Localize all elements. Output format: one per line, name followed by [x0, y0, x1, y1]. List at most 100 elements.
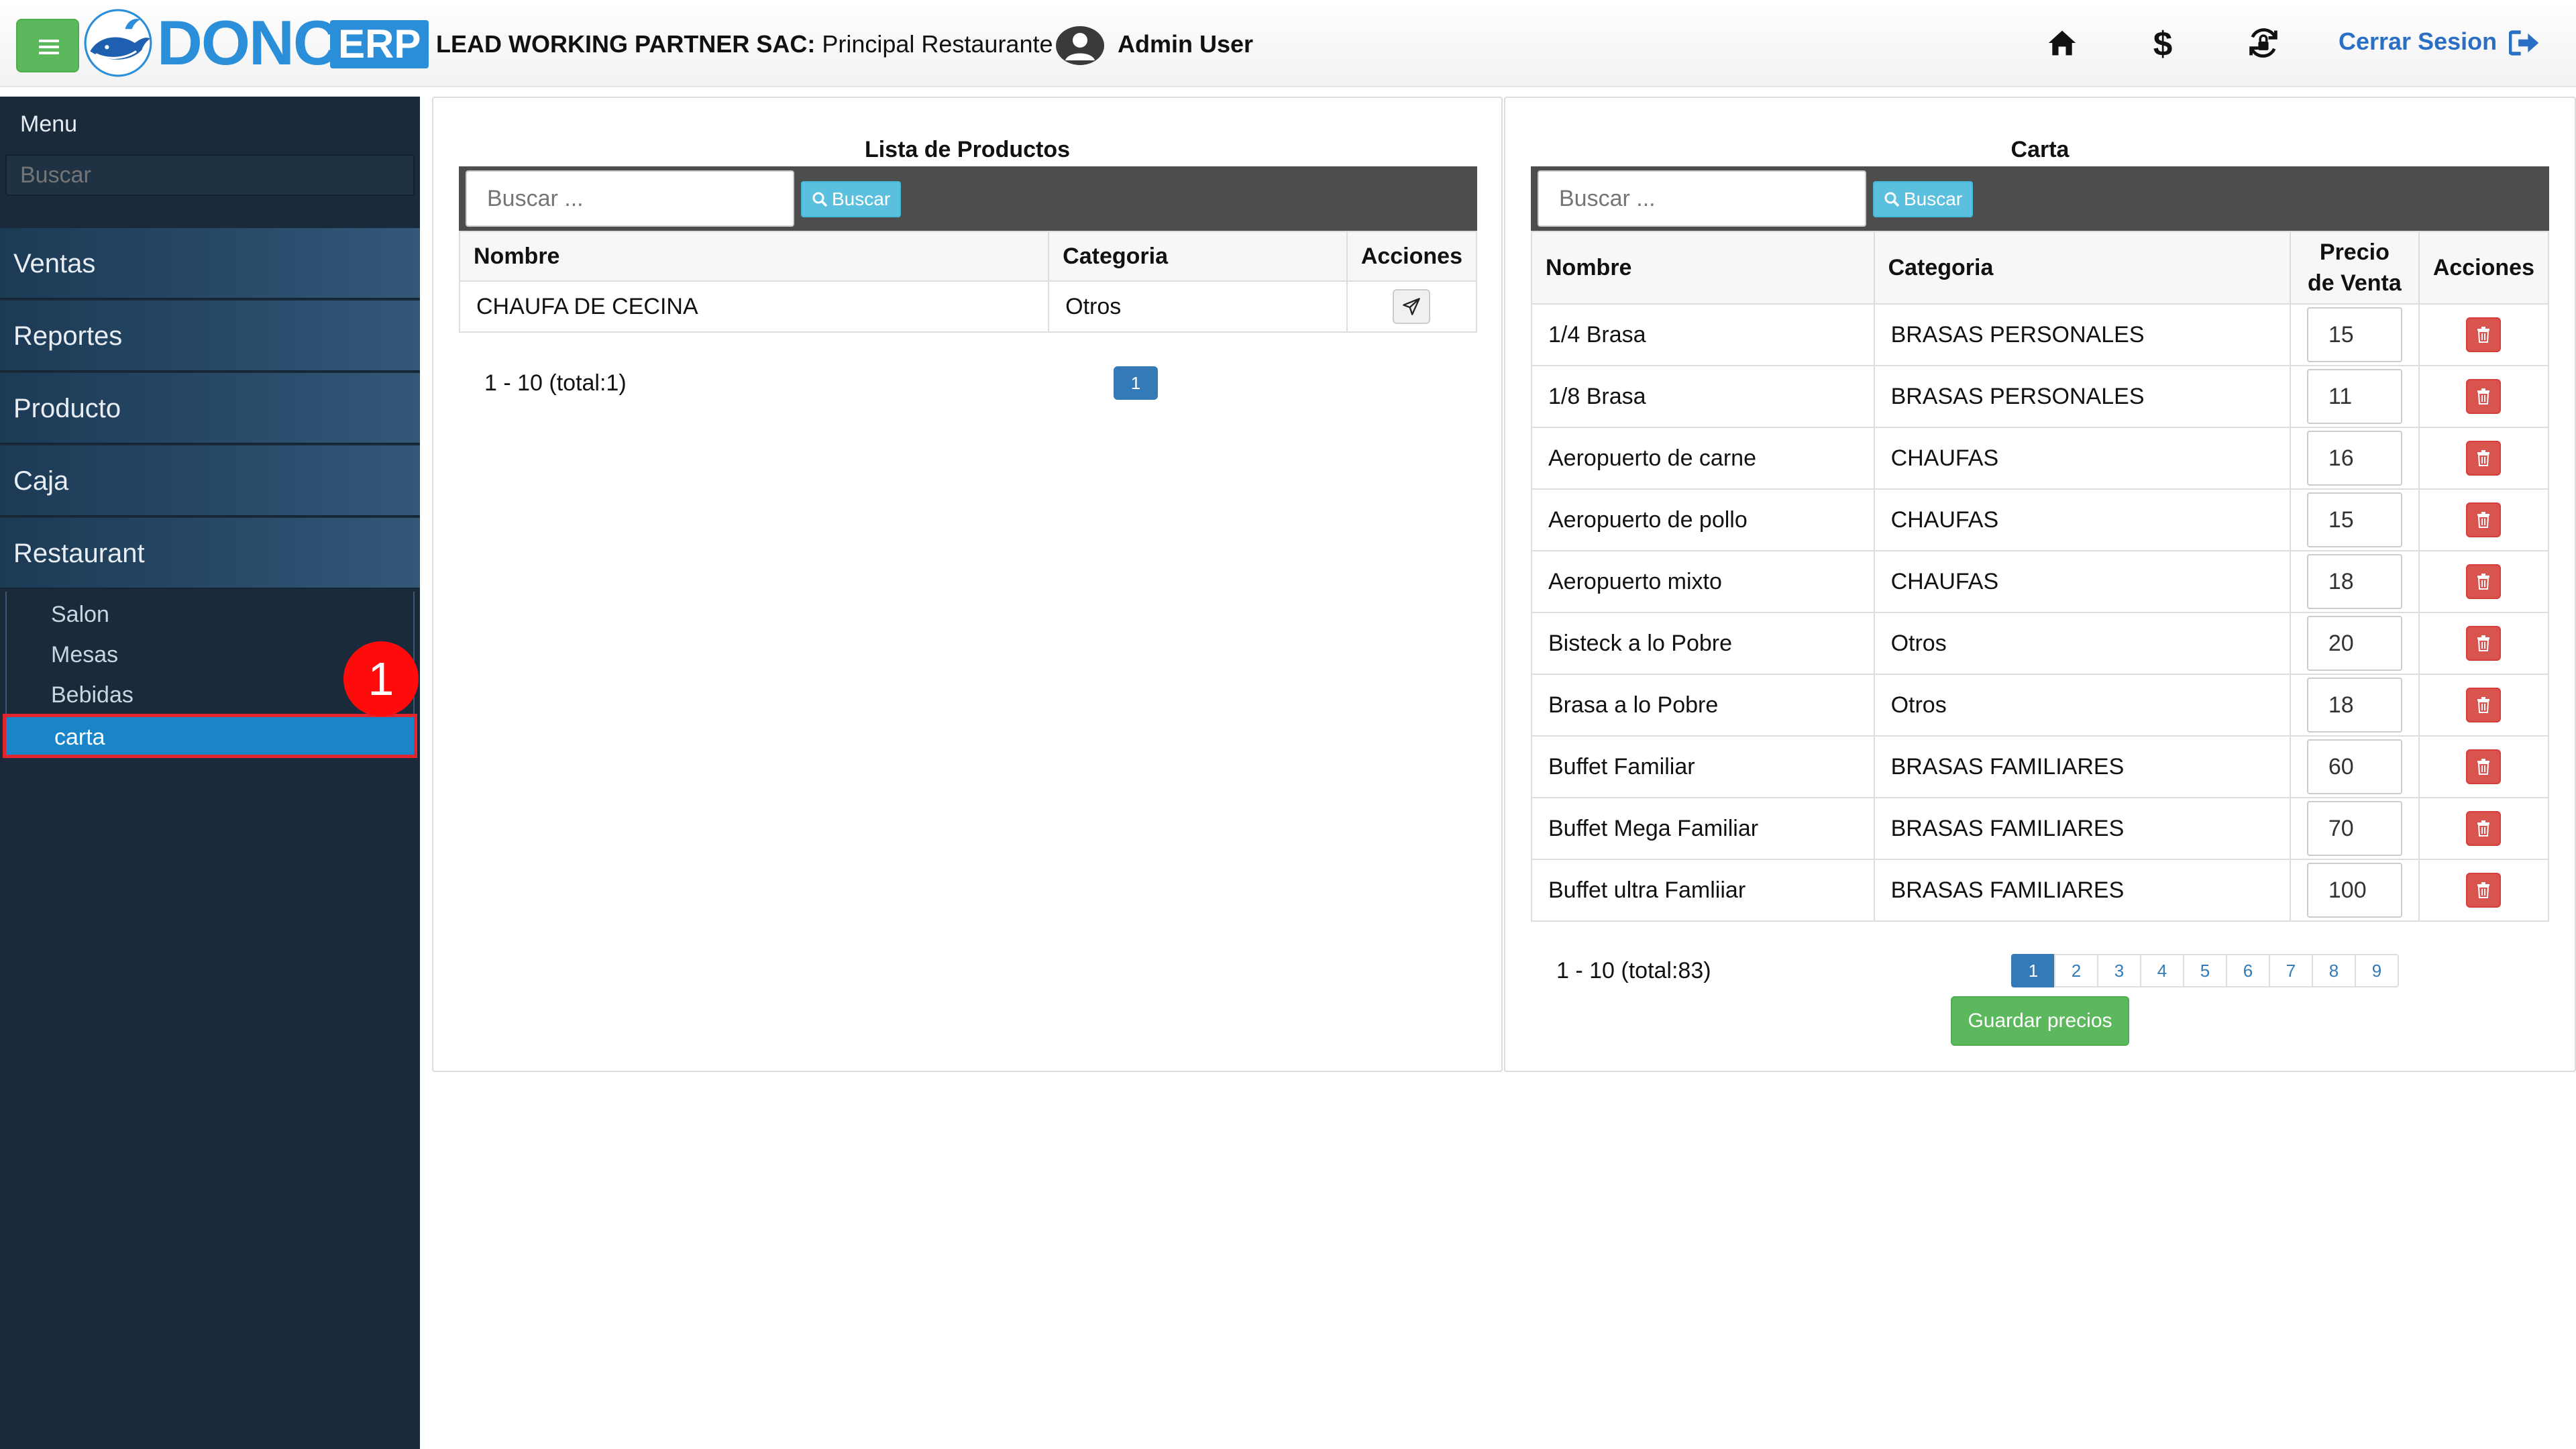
product-category: Otros: [1048, 280, 1348, 333]
column-header-categoria[interactable]: Categoria: [1873, 231, 2291, 305]
page-button[interactable]: 7: [2269, 954, 2313, 987]
table-row: Buffet Familiar BRASAS FAMILIARES: [1531, 735, 2550, 798]
carta-item-name: Brasa a lo Pobre: [1531, 674, 1875, 737]
carta-item-category: BRASAS PERSONALES: [1873, 365, 2291, 428]
save-prices-button[interactable]: Guardar precios: [1951, 996, 2129, 1046]
trash-icon: [2477, 388, 2490, 405]
column-header-precio[interactable]: Precio de Venta: [2289, 231, 2420, 305]
products-search-input[interactable]: [466, 170, 794, 227]
search-icon: [812, 192, 828, 207]
price-input[interactable]: [2306, 492, 2402, 547]
price-input[interactable]: [2306, 307, 2402, 362]
delete-item-button[interactable]: [2466, 441, 2502, 476]
carta-item-price-cell: [2289, 303, 2420, 366]
trash-icon: [2477, 882, 2490, 898]
price-input[interactable]: [2306, 431, 2402, 486]
submenu-item-salon[interactable]: Salon: [51, 600, 109, 629]
page-button[interactable]: 2: [2054, 954, 2098, 987]
submenu-item-bebidas[interactable]: Bebidas: [51, 680, 133, 710]
carta-item-name: Aeropuerto de pollo: [1531, 488, 1875, 551]
carta-item-category: CHAUFAS: [1873, 488, 2291, 551]
delete-item-button[interactable]: [2466, 626, 2502, 661]
carta-item-actions: [2418, 797, 2550, 860]
delete-item-button[interactable]: [2466, 749, 2502, 784]
page-button[interactable]: 8: [2312, 954, 2356, 987]
carta-panel: Carta Buscar Nombre Categoria Precio de …: [1504, 97, 2576, 1072]
delete-item-button[interactable]: [2466, 688, 2502, 722]
carta-item-actions: [2418, 735, 2550, 798]
price-input[interactable]: [2306, 616, 2402, 671]
table-row: Brasa a lo Pobre Otros: [1531, 674, 2550, 737]
column-header-categoria[interactable]: Categoria: [1048, 231, 1348, 282]
page-button[interactable]: 3: [2097, 954, 2141, 987]
menu-toggle-button[interactable]: [16, 19, 79, 72]
column-header-nombre[interactable]: Nombre: [458, 231, 1050, 282]
sidebar-item-restaurant[interactable]: Restaurant: [0, 518, 420, 589]
table-row: Buffet Mega Familiar BRASAS FAMILIARES: [1531, 797, 2550, 860]
sidebar-item-reportes[interactable]: Reportes: [0, 301, 420, 372]
carta-item-price-cell: [2289, 612, 2420, 675]
price-input[interactable]: [2306, 863, 2402, 918]
sidebar-item-producto[interactable]: Producto: [0, 373, 420, 444]
carta-item-price-cell: [2289, 365, 2420, 428]
sidebar-item-label: Caja: [13, 466, 69, 496]
products-search-button[interactable]: Buscar: [801, 181, 902, 217]
products-page-info: 1 - 10 (total:1): [484, 370, 627, 396]
search-button-label: Buscar: [1904, 189, 1963, 209]
submenu-item-carta[interactable]: carta: [3, 714, 417, 758]
delete-item-button[interactable]: [2466, 317, 2502, 352]
carta-search-button[interactable]: Buscar: [1873, 181, 1974, 217]
delete-item-button[interactable]: [2466, 873, 2502, 908]
brand-badge: ERP: [330, 20, 429, 68]
carta-item-actions: [2418, 674, 2550, 737]
carta-item-category: CHAUFAS: [1873, 427, 2291, 490]
price-input[interactable]: [2306, 678, 2402, 733]
sidebar-item-ventas[interactable]: Ventas: [0, 228, 420, 299]
page-button[interactable]: 1: [2011, 954, 2055, 987]
delete-item-button[interactable]: [2466, 564, 2502, 599]
search-icon: [1884, 192, 1900, 207]
page-button[interactable]: 5: [2183, 954, 2227, 987]
page-button[interactable]: 4: [2140, 954, 2184, 987]
trash-icon: [2477, 759, 2490, 775]
page-button[interactable]: 6: [2226, 954, 2270, 987]
delete-item-button[interactable]: [2466, 811, 2502, 846]
submenu-item-mesas[interactable]: Mesas: [51, 640, 118, 669]
carta-pagination: 123456789: [2011, 954, 2399, 987]
carta-item-name: Aeropuerto de carne: [1531, 427, 1875, 490]
table-row: Bisteck a lo Pobre Otros: [1531, 612, 2550, 675]
logout-link[interactable]: Cerrar Sesion: [2339, 25, 2540, 58]
svg-text:$: $: [2153, 25, 2173, 60]
trash-icon: [2477, 512, 2490, 528]
price-input[interactable]: [2306, 739, 2402, 794]
delete-item-button[interactable]: [2466, 379, 2502, 414]
carta-search-input[interactable]: [1538, 170, 1866, 227]
page-button[interactable]: 1: [1114, 366, 1158, 400]
column-header-acciones: Acciones: [1346, 231, 1478, 282]
sidebar-item-caja[interactable]: Caja: [0, 445, 420, 517]
add-to-carta-button[interactable]: [1393, 289, 1431, 324]
home-icon[interactable]: [2043, 24, 2081, 62]
carta-item-actions: [2418, 859, 2550, 922]
company-name: LEAD WORKING PARTNER SAC:: [436, 30, 816, 58]
trash-icon: [2477, 574, 2490, 590]
price-input[interactable]: [2306, 369, 2402, 424]
user-name[interactable]: Admin User: [1118, 30, 1253, 59]
search-button-label: Buscar: [832, 189, 891, 209]
delete-item-button[interactable]: [2466, 502, 2502, 537]
dollar-icon[interactable]: $: [2144, 24, 2182, 62]
page-button[interactable]: 9: [2355, 954, 2399, 987]
user-avatar-icon[interactable]: [1055, 25, 1106, 66]
trash-icon: [2477, 327, 2490, 343]
table-row: 1/4 Brasa BRASAS PERSONALES: [1531, 303, 2550, 366]
column-header-nombre[interactable]: Nombre: [1531, 231, 1875, 305]
sidebar-search-input[interactable]: [5, 154, 415, 196]
carta-item-price-cell: [2289, 488, 2420, 551]
price-input[interactable]: [2306, 554, 2402, 609]
products-pagination: 1: [1114, 366, 1158, 400]
carta-table: Nombre Categoria Precio de Venta Accione…: [1531, 231, 2550, 922]
cash-register-icon[interactable]: [2245, 24, 2282, 62]
whale-logo-icon: [84, 9, 152, 77]
table-row: 1/8 Brasa BRASAS PERSONALES: [1531, 365, 2550, 428]
price-input[interactable]: [2306, 801, 2402, 856]
